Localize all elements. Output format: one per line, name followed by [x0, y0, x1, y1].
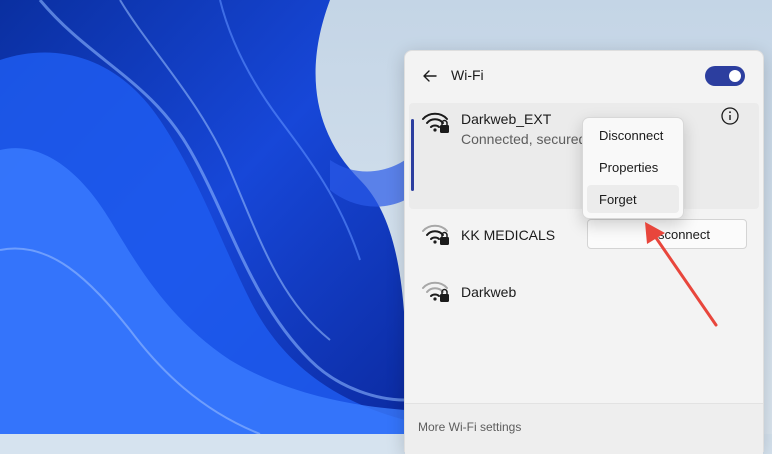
wifi-panel-header: Wi-Fi [405, 51, 763, 101]
network-item[interactable]: Darkweb [409, 268, 759, 318]
wifi-lock-icon [422, 112, 449, 133]
network-name: KK MEDICALS [461, 227, 556, 243]
network-item[interactable]: KK MEDICALS [409, 211, 759, 261]
panel-title: Wi-Fi [451, 67, 484, 83]
selected-indicator [411, 119, 414, 191]
more-wifi-settings-link[interactable]: More Wi-Fi settings [418, 420, 521, 434]
panel-footer: More Wi-Fi settings [405, 403, 763, 454]
menu-item-forget[interactable]: Forget [587, 185, 679, 213]
menu-item-disconnect[interactable]: Disconnect [587, 121, 679, 149]
network-context-menu: Disconnect Properties Forget [582, 117, 684, 219]
arrow-left-icon [423, 70, 437, 82]
back-button[interactable] [417, 63, 443, 89]
wifi-toggle[interactable] [705, 66, 745, 86]
wifi-lock-icon [422, 281, 449, 302]
network-status: Connected, secured [461, 131, 587, 147]
network-name: Darkweb [461, 284, 517, 300]
wifi-lock-icon [422, 224, 449, 245]
info-icon[interactable] [719, 105, 741, 127]
network-name: Darkweb_EXT [461, 111, 552, 127]
wifi-panel: Wi-Fi Darkweb_EXT Connected, secured Dis… [404, 50, 764, 454]
toggle-knob [729, 70, 741, 82]
menu-item-properties[interactable]: Properties [587, 153, 679, 181]
